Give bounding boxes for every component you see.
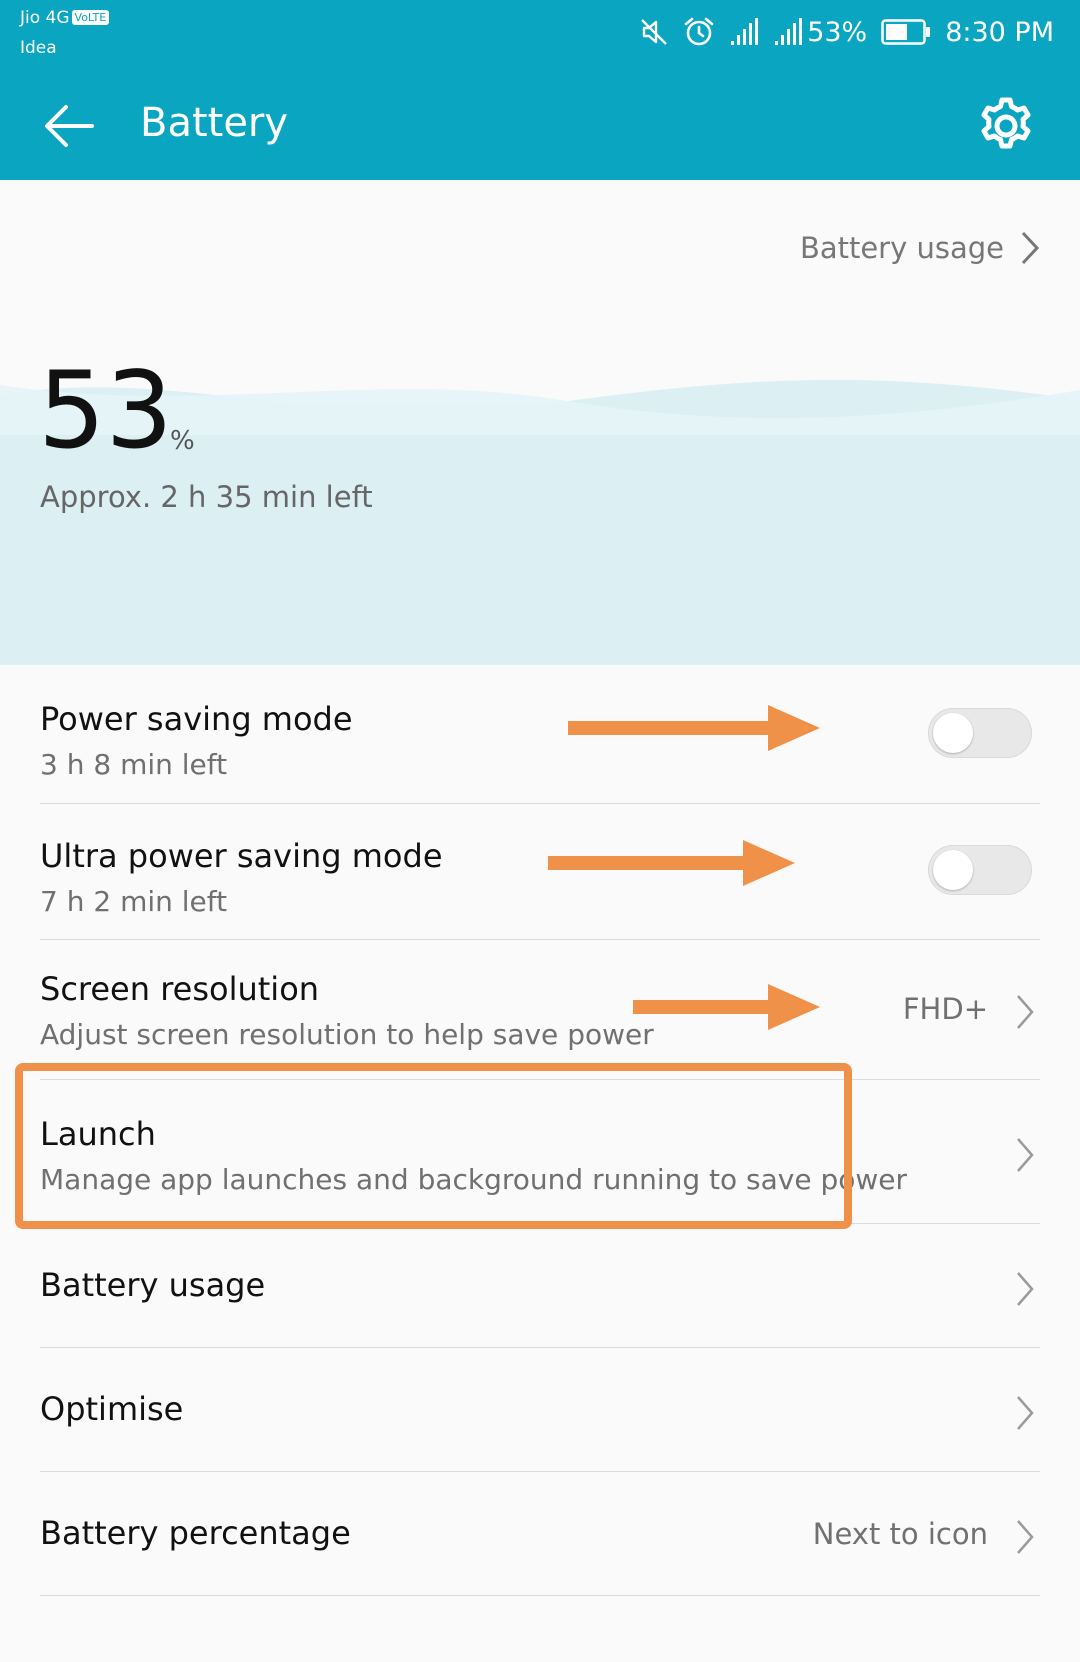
toggle-knob [933, 713, 973, 753]
battery-usage-row[interactable]: Battery usage [0, 1224, 1080, 1348]
screen-resolution-subtitle: Adjust screen resolution to help save po… [40, 1018, 654, 1051]
gear-icon[interactable] [974, 94, 1038, 158]
chevron-right-icon [1017, 995, 1034, 1029]
alarm-icon [684, 17, 714, 46]
chevron-right-icon [1017, 1138, 1034, 1172]
page-title: Battery [140, 100, 289, 146]
carrier-secondary: Idea [20, 38, 57, 58]
battery-settings-screen: Jio 4G VoLTE Idea 53% 8:30 PM Battery Ba… [0, 0, 1080, 1662]
divider [40, 1595, 1040, 1596]
battery-usage-link-label: Battery usage [799, 231, 1004, 265]
battery-usage-link[interactable]: Battery usage [800, 230, 1040, 266]
signal-and-percent: 53% [773, 17, 867, 48]
battery-percentage-row[interactable]: Battery percentage Next to icon [0, 1472, 1080, 1596]
carrier-primary: Jio 4G VoLTE [20, 8, 110, 28]
chevron-right-icon [1017, 1520, 1034, 1554]
chevron-right-icon [1017, 1396, 1034, 1430]
annotation-arrow [548, 840, 795, 886]
ultra-power-saving-title: Ultra power saving mode [40, 837, 443, 875]
battery-usage-title: Battery usage [40, 1266, 266, 1304]
chevron-right-icon [1021, 231, 1040, 265]
power-saving-title: Power saving mode [40, 700, 353, 738]
carrier-primary-label: Jio 4G [20, 8, 70, 28]
ultra-power-saving-toggle[interactable] [928, 845, 1032, 895]
mute-icon [641, 19, 668, 45]
volte-badge: VoLTE [71, 10, 110, 25]
status-time: 8:30 PM [945, 16, 1054, 48]
battery-percent-value: 53 [38, 349, 173, 472]
arrow-left-icon[interactable] [40, 96, 100, 156]
annotation-highlight-box [15, 1063, 852, 1229]
battery-percentage-value: Next to icon [812, 1517, 988, 1551]
screen-resolution-row[interactable]: Screen resolution Adjust screen resoluti… [0, 940, 1080, 1080]
app-bar: Battery [0, 80, 1080, 180]
status-icons: 53% 8:30 PM [639, 14, 1054, 50]
battery-summary: Battery usage 53 % Approx. 2 h 35 min le… [0, 180, 1080, 665]
signal-icon [775, 18, 803, 45]
toggle-knob [933, 850, 973, 890]
status-bar: Jio 4G VoLTE Idea 53% 8:30 PM [0, 0, 1080, 80]
battery-percent-unit: % [170, 426, 195, 456]
power-saving-subtitle: 3 h 8 min left [40, 748, 228, 781]
optimise-title: Optimise [40, 1390, 184, 1428]
screen-resolution-title: Screen resolution [40, 970, 320, 1008]
screen-resolution-value: FHD+ [902, 992, 988, 1026]
power-saving-mode-row[interactable]: Power saving mode 3 h 8 min left [0, 665, 1080, 805]
optimise-row[interactable]: Optimise [0, 1348, 1080, 1472]
battery-percentage-title: Battery percentage [40, 1514, 351, 1552]
status-battery-percent: 53% [807, 16, 868, 48]
chevron-right-icon [1017, 1272, 1034, 1306]
ultra-power-saving-mode-row[interactable]: Ultra power saving mode 7 h 2 min left [0, 804, 1080, 939]
annotation-arrow [633, 984, 820, 1030]
power-saving-toggle[interactable] [928, 708, 1032, 758]
ultra-power-saving-subtitle: 7 h 2 min left [40, 885, 228, 918]
time-remaining: Approx. 2 h 35 min left [40, 480, 373, 514]
battery-icon [881, 19, 931, 45]
signal-icon [731, 18, 759, 45]
annotation-arrow [568, 705, 820, 751]
